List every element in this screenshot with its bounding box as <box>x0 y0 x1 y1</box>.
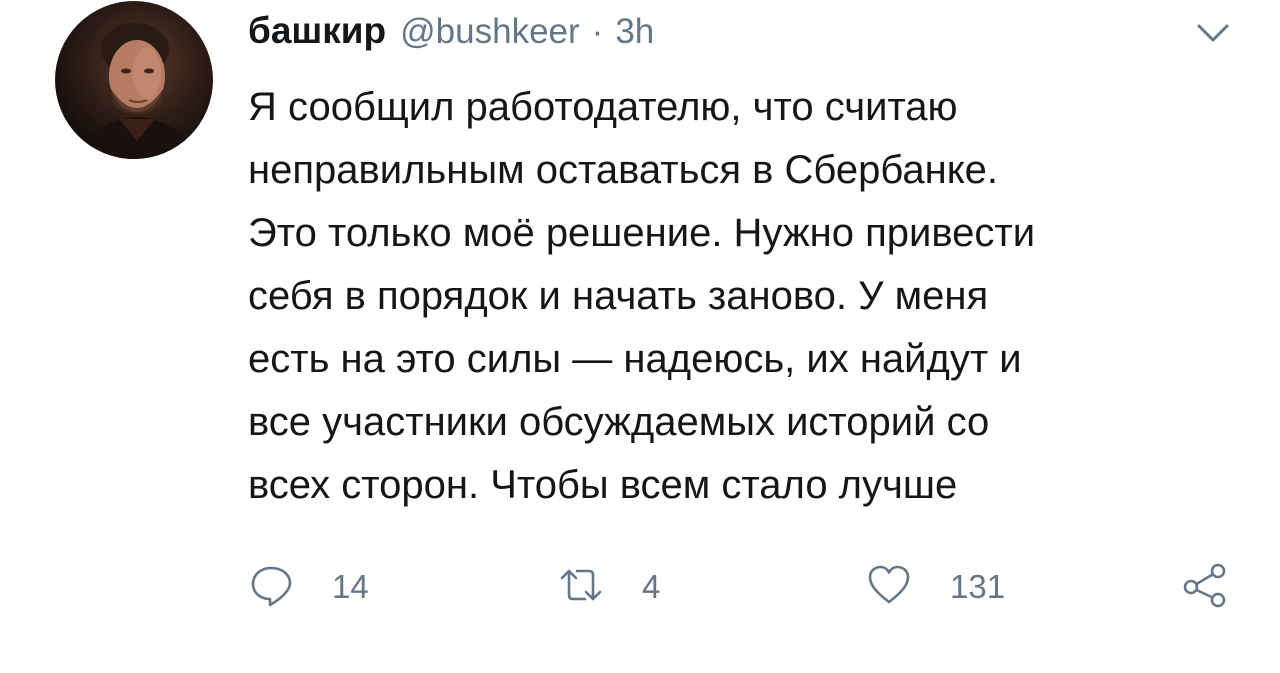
avatar[interactable] <box>55 1 213 159</box>
timestamp[interactable]: 3h <box>615 12 654 52</box>
tweet-text-line: Я сообщил работодателю, что считаю <box>248 85 958 129</box>
tweet-text: Я сообщил работодателю, что считаю непра… <box>248 76 1238 517</box>
reply-count: 14 <box>332 568 369 605</box>
tweet-text-line: есть на это силы — надеюсь, их найдут и <box>248 337 1022 381</box>
share-button[interactable] <box>1180 555 1230 619</box>
tweet-text-line: все участники обсуждаемых историй со <box>248 400 990 444</box>
like-button[interactable]: 131 <box>866 555 1005 619</box>
tweet-header: башкир @bushkeer · 3h <box>248 10 654 58</box>
reply-button[interactable]: 14 <box>248 555 369 619</box>
tweet-text-line: себя в порядок и начать заново. У меня <box>248 274 989 318</box>
heart-icon <box>866 562 912 613</box>
retweet-icon <box>558 562 604 613</box>
user-handle[interactable]: @bushkeer <box>400 12 580 52</box>
display-name[interactable]: башкир <box>248 10 386 52</box>
retweet-button[interactable]: 4 <box>558 555 660 619</box>
tweet-actions: 14 4 131 <box>248 555 1243 619</box>
tweet-text-line: неправильным оставаться в Сбербанке. <box>248 148 999 192</box>
retweet-count: 4 <box>642 568 661 605</box>
chevron-down-icon[interactable] <box>1193 18 1233 46</box>
avatar-photo <box>75 23 200 159</box>
like-count: 131 <box>950 568 1006 605</box>
tweet-text-line: всех сторон. Чтобы всем стало лучше <box>248 463 958 507</box>
tweet-text-line: Это только моё решение. Нужно привести <box>248 211 1036 255</box>
separator-dot: · <box>591 12 604 51</box>
share-icon <box>1180 560 1230 615</box>
tweet-card: башкир @bushkeer · 3h Я сообщил работода… <box>0 0 1280 673</box>
reply-icon <box>248 562 294 613</box>
